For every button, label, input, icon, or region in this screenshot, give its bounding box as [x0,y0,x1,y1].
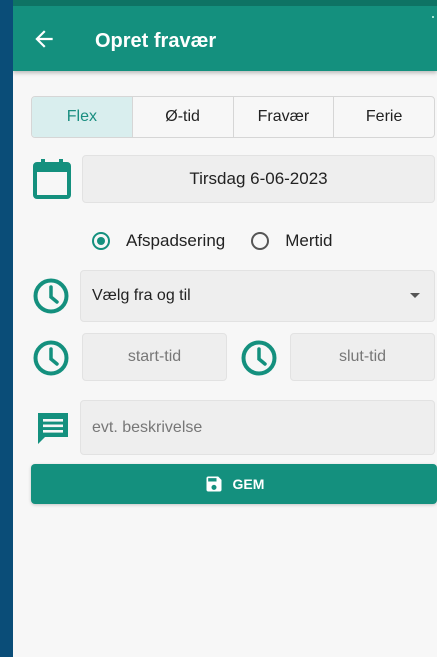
type-radio-group: Afspadsering Mertid [92,228,358,254]
save-button[interactable]: GEM [31,464,437,504]
radio-mertid[interactable] [251,232,270,250]
description-placeholder: evt. beskrivelse [92,418,203,436]
date-value: Tirsdag 6-06-2023 [189,169,328,188]
tab-fravaer[interactable]: Fravær [232,97,334,137]
page-title: Opret fravær [95,30,217,52]
back-button[interactable] [31,26,57,52]
time-range-select[interactable]: Vælg fra og til [80,270,435,322]
tab-o-tid[interactable]: Ø-tid [131,97,233,137]
end-time-field[interactable]: slut-tid [290,333,435,381]
description-field[interactable]: evt. beskrivelse [80,400,435,455]
floppy-disk-icon [206,476,222,492]
save-button-label: GEM [232,476,265,492]
start-time-field[interactable]: start-tid [82,333,227,381]
date-picker-field[interactable]: Tirsdag 6-06-2023 [82,155,435,203]
radio-afspadsering-label[interactable]: Afspadsering [126,231,225,251]
app-bar: Opret fravær [13,0,437,71]
message-icon [35,410,71,451]
category-tabs: Flex Ø-tid Fravær Ferie [31,96,435,138]
clock-icon [241,340,277,381]
end-time-placeholder: slut-tid [338,348,387,365]
radio-afspadsering[interactable] [92,232,110,250]
tab-flex[interactable]: Flex [32,97,132,137]
arrow-left-icon [35,30,53,48]
radio-mertid-label[interactable]: Mertid [285,231,332,251]
tab-ferie[interactable]: Ferie [333,97,434,137]
clock-icon [33,278,69,319]
calendar-icon [33,159,71,204]
chevron-down-icon [410,293,420,298]
clock-icon [33,340,69,381]
time-range-value: Vælg fra og til [92,287,191,304]
status-dot [432,16,434,18]
app-screen: Opret fravær Flex Ø-tid Fravær Ferie Tir… [13,0,437,657]
start-time-placeholder: start-tid [127,348,182,365]
